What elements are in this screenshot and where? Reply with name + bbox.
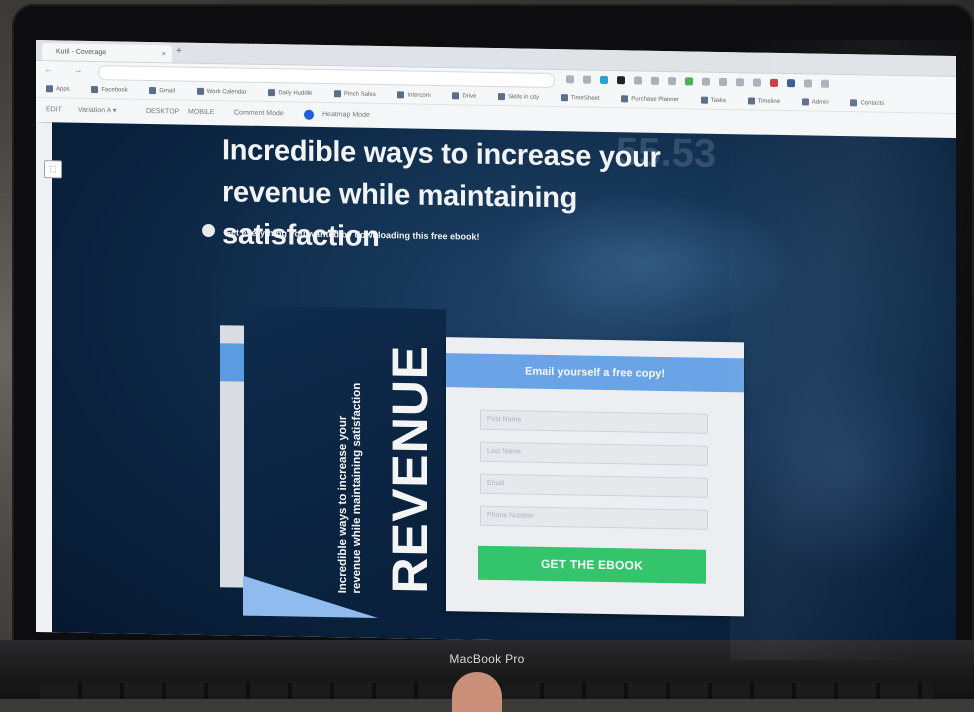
- bookmark-item[interactable]: Daily Huddle: [268, 88, 322, 97]
- extension-icon[interactable]: [804, 79, 812, 88]
- bookmark-item[interactable]: Admin: [801, 98, 839, 106]
- extension-icon[interactable]: [566, 75, 574, 84]
- bookmark-icon: [196, 87, 204, 95]
- bookmark-item[interactable]: Pinch Sales: [334, 90, 386, 98]
- get-ebook-button[interactable]: GET THE EBOOK: [478, 545, 706, 584]
- edit-tab[interactable]: EDIT: [46, 98, 62, 122]
- bookmark-item[interactable]: TimeSheet: [560, 94, 610, 102]
- bookmark-icon: [46, 85, 53, 93]
- desktop-tab[interactable]: DESKTOP: [146, 100, 179, 125]
- bookmark-item[interactable]: Gmail: [149, 86, 185, 95]
- extension-icon[interactable]: [753, 78, 761, 87]
- bookmark-item[interactable]: Drive: [452, 92, 486, 100]
- extension-icon[interactable]: [634, 76, 642, 85]
- ebook-cover: Incredible ways to increase your revenue…: [243, 305, 446, 620]
- form-title: Email yourself a free copy!: [446, 353, 744, 393]
- extension-icon[interactable]: [821, 79, 829, 88]
- extension-icon[interactable]: [787, 79, 795, 88]
- extension-icons: [566, 75, 829, 88]
- landing-page-canvas: 55.53 Incredible ways to increase your r…: [36, 122, 956, 649]
- variation-select[interactable]: Variation A ▾: [78, 99, 116, 124]
- browser-tab[interactable]: Kutil - Coverage ×: [42, 43, 172, 63]
- extension-icon[interactable]: [617, 76, 625, 85]
- bookmark-icon: [334, 90, 342, 98]
- phone-field[interactable]: Phone Number: [480, 505, 708, 530]
- bookmark-icon: [149, 86, 157, 95]
- laptop-brand-label: MacBook Pro: [449, 652, 525, 666]
- laptop-screen: Kutil - Coverage × + ← → ⟳ Apps Facebook…: [36, 40, 956, 649]
- bullet-icon: [202, 223, 215, 238]
- bookmark-item[interactable]: Facebook: [91, 85, 137, 94]
- bookmark-item[interactable]: Skills in city: [498, 92, 549, 101]
- browser-tab-title: Kutil - Coverage: [56, 48, 107, 57]
- bookmark-item[interactable]: Timeline: [747, 97, 790, 105]
- last-name-field[interactable]: Last Name: [480, 441, 708, 466]
- extension-icon[interactable]: [736, 78, 744, 87]
- page-headline: Incredible ways to increase your revenue…: [222, 129, 722, 264]
- bookmark-icon: [560, 94, 568, 102]
- bookmark-item[interactable]: Tasks: [700, 96, 736, 105]
- bookmark-icon: [91, 85, 99, 94]
- bookmark-icon: [498, 92, 506, 101]
- extension-icon[interactable]: [702, 77, 710, 86]
- side-panel-icon[interactable]: ⬚: [44, 160, 62, 179]
- new-tab-button[interactable]: +: [176, 45, 182, 56]
- bookmark-item[interactable]: Purchase Planner: [621, 95, 689, 103]
- cover-word: REVENUE: [382, 344, 438, 595]
- cover-title-block: Incredible ways to increase your revenue…: [336, 333, 364, 594]
- bookmark-icon: [700, 96, 708, 104]
- bookmark-icon: [801, 98, 809, 106]
- bookmark-icon: [621, 95, 629, 103]
- signup-form: Email yourself a free copy! First Name L…: [446, 337, 744, 617]
- headline-line: revenue while maintaining satisfaction: [222, 176, 578, 253]
- first-name-field[interactable]: First Name: [480, 409, 708, 434]
- bookmark-item[interactable]: Intercom: [397, 91, 440, 99]
- bookmark-icon: [452, 92, 460, 100]
- extension-icon[interactable]: [600, 75, 608, 84]
- comment-mode-button[interactable]: Comment Mode: [234, 101, 284, 126]
- extension-icon[interactable]: [651, 76, 659, 85]
- bookmark-item[interactable]: Contacts: [850, 99, 894, 107]
- extension-icon[interactable]: [583, 75, 591, 84]
- bookmark-icon: [268, 88, 276, 97]
- extension-icon[interactable]: [719, 77, 727, 87]
- extension-icon[interactable]: [685, 77, 693, 86]
- email-field[interactable]: Email: [480, 473, 708, 498]
- mode-toggle[interactable]: [304, 109, 314, 120]
- heatmap-mode-button[interactable]: Heatmap Mode: [322, 103, 370, 128]
- background-glow: [736, 354, 956, 579]
- cover-title-line: Incredible ways to increase your: [337, 415, 349, 594]
- bookmark-icon: [850, 99, 858, 107]
- variation-label: Variation A: [78, 106, 111, 115]
- cover-word-block: REVENUE: [382, 333, 438, 595]
- bookmark-icon: [397, 91, 405, 99]
- close-icon[interactable]: ×: [161, 45, 166, 62]
- bookmark-icon: [747, 97, 755, 105]
- cover-title-line: revenue while maintaining satisfaction: [351, 382, 363, 594]
- chevron-down-icon: ▾: [112, 107, 117, 115]
- left-gutter: [36, 122, 52, 633]
- extension-icon[interactable]: [770, 78, 778, 87]
- mobile-tab[interactable]: MOBILE: [188, 101, 214, 125]
- extension-icon[interactable]: [668, 77, 676, 86]
- bookmark-item[interactable]: Work Calendar: [196, 87, 257, 96]
- ebook-back-stripe: [220, 343, 246, 382]
- bookmark-item[interactable]: Apps: [46, 85, 80, 93]
